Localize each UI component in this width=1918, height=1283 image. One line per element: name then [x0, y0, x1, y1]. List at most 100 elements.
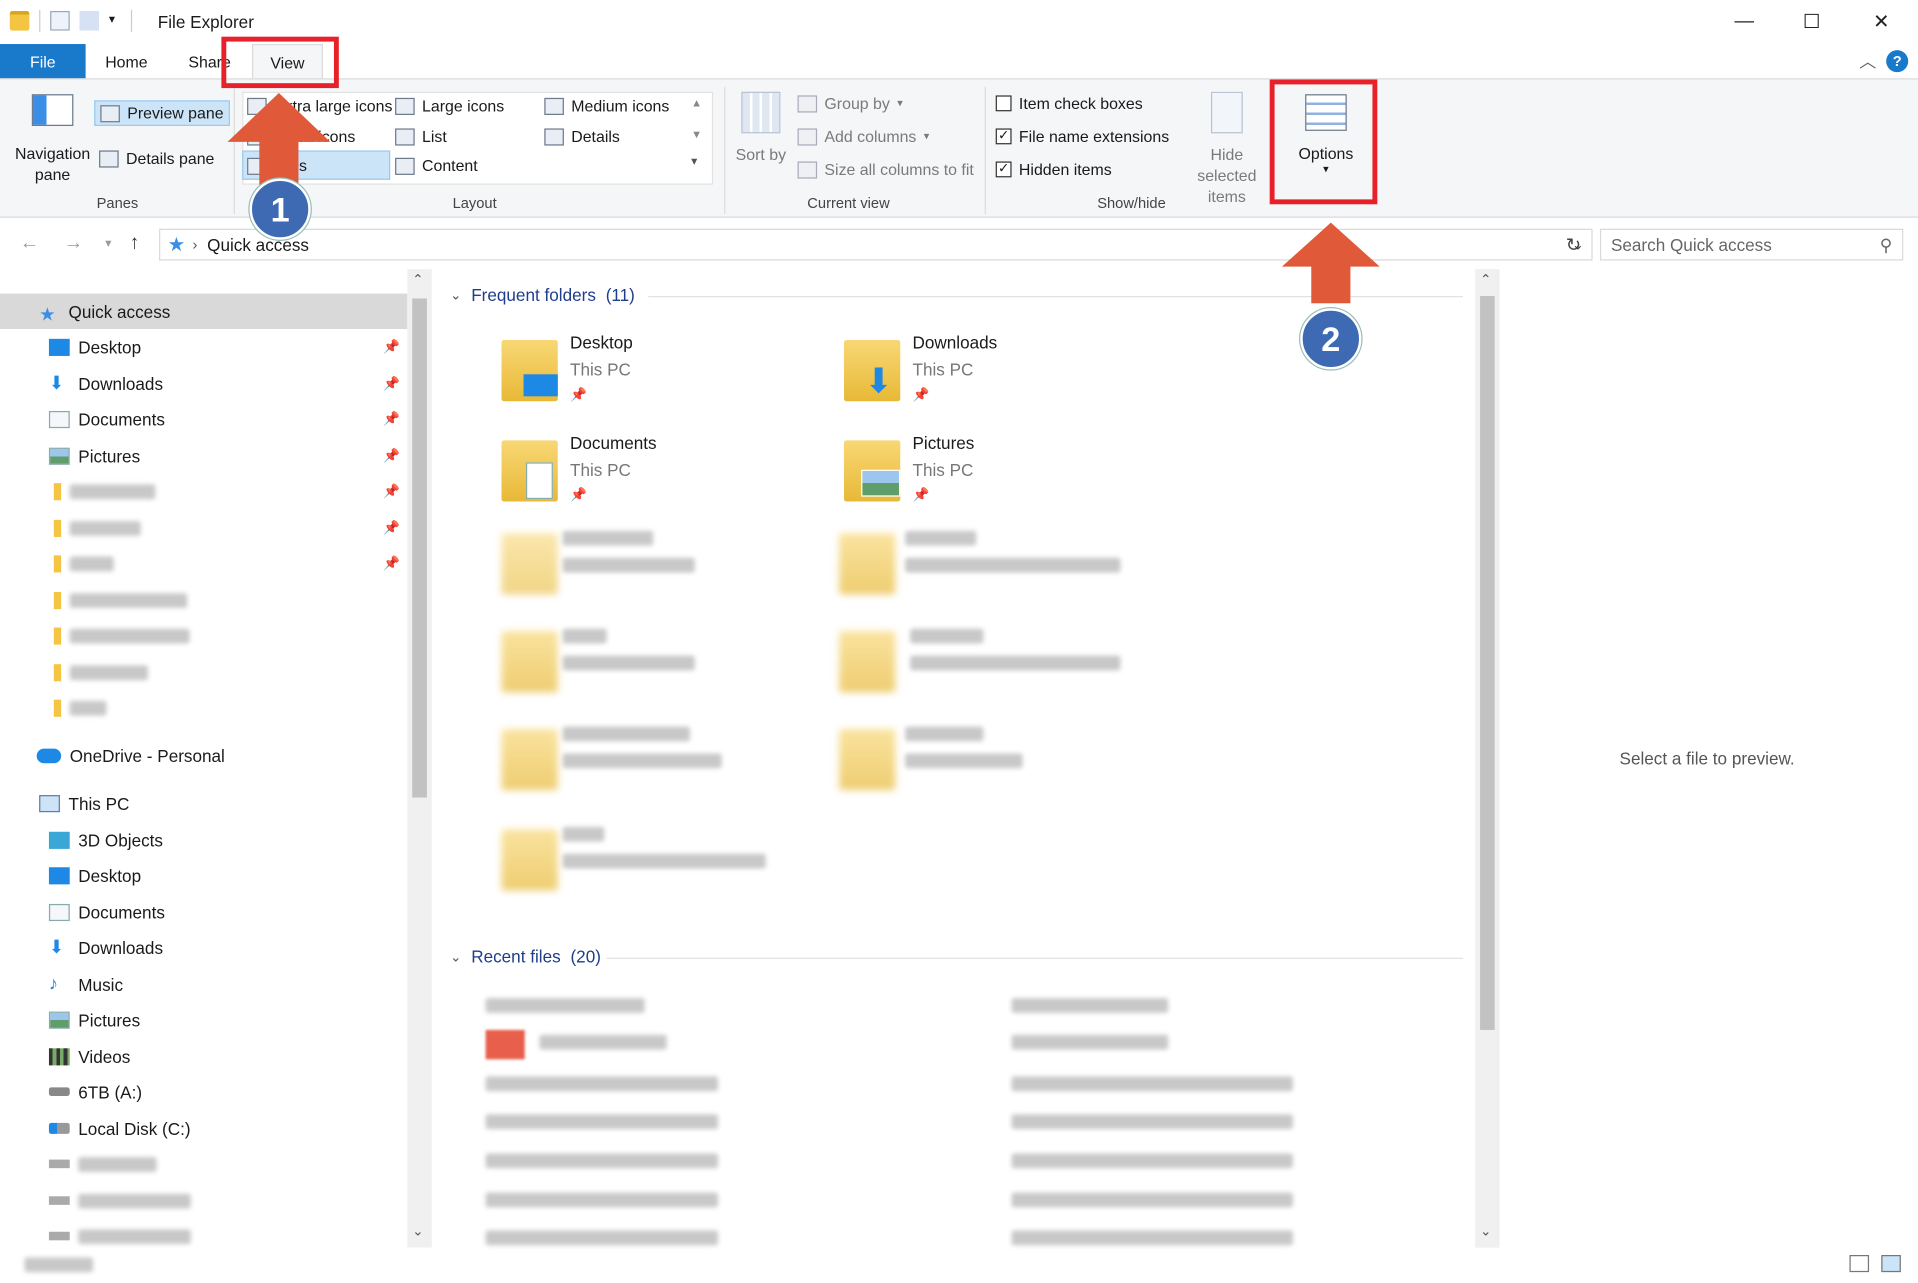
layout-medium-icons[interactable]: Medium icons — [544, 97, 669, 115]
close-button[interactable]: ✕ — [1846, 0, 1917, 44]
nav-qa-recent-folder[interactable] — [0, 582, 407, 617]
nav-pc-desktop[interactable]: Desktop — [0, 857, 407, 892]
layout-details[interactable]: Details — [544, 127, 620, 146]
group-by-button[interactable]: Group by ▾ — [797, 94, 903, 113]
scroll-down-icon[interactable]: ⌄ — [412, 1223, 423, 1239]
new-folder-icon[interactable] — [79, 11, 100, 31]
nav-qa-downloads[interactable]: ⬇ Downloads 📌 — [0, 366, 407, 401]
nav-pc-3d-objects[interactable]: 3D Objects — [0, 822, 407, 857]
nav-qa-recent-folder[interactable] — [0, 690, 407, 725]
content-scrollbar-thumb[interactable] — [1480, 296, 1495, 1030]
redacted-label — [905, 530, 977, 546]
nav-qa-desktop[interactable]: Desktop 📌 — [0, 329, 407, 364]
folder-tile-downloads[interactable]: ⬇ Downloads This PC 📌 — [844, 333, 1162, 419]
maximize-button[interactable]: ☐ — [1776, 0, 1847, 44]
file-name-extensions-toggle[interactable]: ✓ File name extensions — [995, 127, 1169, 146]
nav-pc-drive[interactable] — [0, 1146, 407, 1181]
pin-icon[interactable]: 📌 — [383, 483, 400, 499]
add-columns-button[interactable]: Add columns ▾ — [797, 127, 929, 146]
refresh-icon[interactable]: ↻ — [1566, 234, 1581, 256]
nav-pc-drive-a[interactable]: 6TB (A:) — [0, 1074, 407, 1109]
search-icon[interactable]: ⚲ — [1880, 234, 1893, 255]
properties-icon[interactable] — [50, 11, 70, 31]
scroll-up-icon[interactable]: ⌃ — [1480, 272, 1491, 288]
pin-icon[interactable]: 📌 — [383, 555, 400, 572]
details-pane-button[interactable]: Details pane — [99, 149, 214, 168]
gallery-expand-icon[interactable]: ▾ — [691, 155, 697, 168]
content-scrollbar[interactable]: ⌃ ⌄ — [1475, 269, 1500, 1248]
back-arrow-icon[interactable]: ← — [20, 232, 40, 254]
pin-icon[interactable]: 📌 — [383, 520, 400, 536]
nav-qa-pinned-folder[interactable]: 📌 — [0, 546, 407, 581]
scroll-up-icon[interactable]: ⌃ — [412, 272, 423, 288]
size-all-columns-button[interactable]: Size all columns to fit — [797, 160, 974, 179]
frequent-folders-header[interactable]: ⌄ Frequent folders (11) — [450, 285, 635, 305]
layout-content[interactable]: Content — [395, 157, 478, 175]
pin-icon[interactable]: 📌 — [383, 376, 400, 392]
sort-by-button[interactable]: Sort by — [734, 91, 788, 165]
folder-tile[interactable] — [839, 722, 1157, 808]
gallery-scroll-up-icon[interactable]: ▲ — [691, 97, 702, 109]
scroll-down-icon[interactable]: ⌄ — [1480, 1223, 1491, 1239]
nav-quick-access[interactable]: ★ Quick access — [0, 293, 408, 330]
item-check-boxes-checkbox[interactable] — [995, 95, 1012, 112]
folder-tile[interactable] — [501, 722, 820, 808]
nav-qa-pinned-folder[interactable]: 📌 — [0, 510, 407, 545]
nav-pc-drive-c[interactable]: Local Disk (C:) — [0, 1111, 407, 1146]
item-check-boxes-toggle[interactable]: Item check boxes — [995, 94, 1143, 113]
layout-list[interactable]: List — [395, 127, 447, 146]
nav-pc-drive[interactable] — [0, 1218, 407, 1247]
pin-icon[interactable]: 📌 — [383, 448, 400, 464]
help-icon[interactable]: ? — [1886, 50, 1909, 73]
nav-qa-pictures[interactable]: Pictures 📌 — [0, 438, 407, 473]
details-view-icon[interactable] — [1849, 1255, 1870, 1273]
breadcrumb-chevron-icon[interactable]: › — [192, 236, 197, 253]
folder-tile[interactable] — [839, 624, 1157, 710]
hide-selected-items-button[interactable]: Hide selected items — [1179, 91, 1274, 207]
nav-qa-pinned-folder[interactable]: 📌 — [0, 473, 407, 508]
nav-pc-documents[interactable]: Documents — [0, 894, 407, 929]
nav-qa-documents[interactable]: Documents 📌 — [0, 401, 407, 436]
chevron-down-icon[interactable]: ▾ — [109, 11, 121, 31]
nav-pc-videos[interactable]: Videos — [0, 1038, 407, 1073]
preview-pane-button[interactable]: Preview pane — [94, 100, 230, 126]
tab-home[interactable]: Home — [88, 44, 165, 79]
minimize-button[interactable]: — — [1709, 0, 1780, 44]
forward-arrow-icon[interactable]: → — [64, 232, 84, 254]
hidden-items-checkbox[interactable]: ✓ — [995, 161, 1012, 178]
search-input[interactable]: Search Quick access ⚲ — [1599, 228, 1904, 261]
tab-file[interactable]: File — [0, 44, 86, 80]
nav-this-pc[interactable]: This PC — [0, 785, 407, 820]
recent-locations-icon[interactable]: ▾ — [105, 237, 111, 250]
breadcrumb-location[interactable]: Quick access — [207, 235, 309, 255]
folder-tile-documents[interactable]: Documents This PC 📌 — [501, 433, 820, 519]
folder-tile-pictures[interactable]: Pictures This PC 📌 — [844, 433, 1162, 519]
up-arrow-icon[interactable]: ↑ — [130, 232, 140, 254]
minimize-ribbon-icon[interactable]: ︿ — [1859, 49, 1876, 73]
folder-tile[interactable] — [501, 624, 820, 710]
pin-icon[interactable]: 📌 — [383, 411, 400, 427]
navigation-pane-button[interactable]: Navigation pane — [10, 94, 96, 185]
file-name-extensions-checkbox[interactable]: ✓ — [995, 128, 1012, 145]
recent-files-header[interactable]: ⌄ Recent files (20) — [450, 947, 601, 967]
layout-large-icons[interactable]: Large icons — [395, 97, 504, 115]
folder-tile[interactable] — [839, 526, 1157, 612]
sort-by-label: Sort by — [735, 145, 787, 164]
nav-qa-recent-folder[interactable] — [0, 618, 407, 653]
hidden-items-toggle[interactable]: ✓ Hidden items — [995, 160, 1112, 179]
large-icons-view-icon[interactable] — [1881, 1255, 1901, 1273]
folder-tile[interactable] — [501, 822, 820, 908]
folder-tile[interactable] — [501, 526, 820, 612]
nav-pc-drive[interactable] — [0, 1183, 407, 1218]
gallery-scroll-down-icon[interactable]: ▼ — [691, 128, 702, 140]
nav-pc-downloads[interactable]: ⬇ Downloads — [0, 930, 407, 965]
folder-tile-desktop[interactable]: Desktop This PC 📌 — [501, 333, 820, 419]
nav-onedrive[interactable]: OneDrive - Personal — [0, 738, 407, 773]
nav-pc-pictures[interactable]: Pictures — [0, 1002, 407, 1037]
hidden-items-label: Hidden items — [1018, 160, 1112, 179]
pin-icon[interactable]: 📌 — [383, 339, 400, 355]
nav-scrollbar[interactable]: ⌃ ⌄ — [407, 269, 432, 1248]
nav-pc-music[interactable]: ♪ Music — [0, 966, 407, 1001]
nav-qa-recent-folder[interactable] — [0, 654, 407, 689]
nav-scrollbar-thumb[interactable] — [412, 298, 427, 798]
